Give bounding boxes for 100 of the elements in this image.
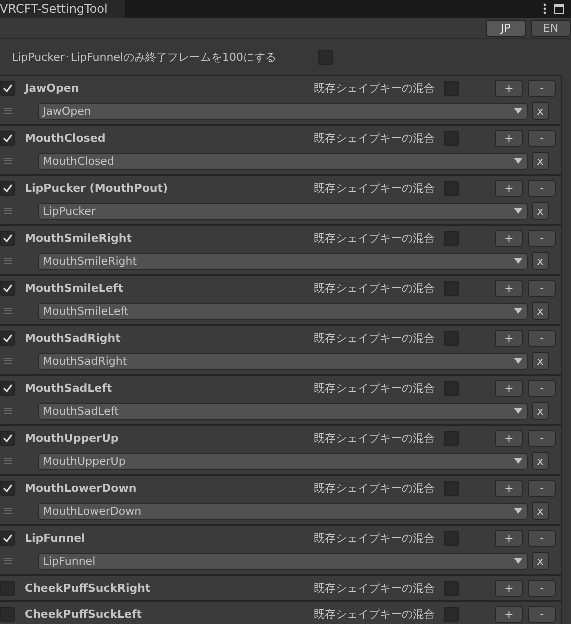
shape-key-dropdown[interactable]: MouthClosed bbox=[38, 152, 528, 170]
remove-button[interactable]: - bbox=[528, 280, 556, 296]
remove-button[interactable]: - bbox=[528, 380, 556, 396]
shape-name: MouthSadRight bbox=[24, 332, 122, 344]
shape-key-dropdown[interactable]: MouthSmileRight bbox=[38, 252, 528, 270]
add-button[interactable]: + bbox=[495, 230, 524, 246]
shape-key-dropdown[interactable]: MouthSmileLeft bbox=[38, 302, 528, 320]
drag-handle-icon[interactable] bbox=[4, 258, 12, 264]
remove-button[interactable]: - bbox=[528, 230, 556, 246]
enable-checkbox[interactable] bbox=[0, 80, 15, 96]
clear-button[interactable]: x bbox=[532, 252, 549, 270]
mix-checkbox[interactable] bbox=[444, 606, 460, 622]
enable-checkbox[interactable] bbox=[0, 230, 15, 246]
mix-label: 既存シェイプキーの混合 bbox=[314, 430, 436, 446]
dropdown-arrow-icon bbox=[514, 458, 523, 464]
mix-checkbox[interactable] bbox=[444, 230, 460, 246]
remove-button[interactable]: - bbox=[528, 530, 556, 546]
checkmark-icon bbox=[2, 334, 12, 342]
checkmark-icon bbox=[2, 484, 12, 492]
mix-checkbox[interactable] bbox=[444, 430, 460, 446]
mix-checkbox[interactable] bbox=[444, 480, 460, 496]
checkmark-icon bbox=[2, 384, 12, 392]
add-button[interactable]: + bbox=[495, 130, 524, 146]
dropdown-arrow-icon bbox=[514, 108, 523, 114]
clear-button[interactable]: x bbox=[532, 102, 549, 120]
more-icon[interactable] bbox=[543, 3, 547, 15]
remove-button[interactable]: - bbox=[528, 606, 556, 622]
enable-checkbox[interactable] bbox=[0, 480, 15, 496]
dropdown-arrow-icon bbox=[514, 308, 523, 314]
dropdown-arrow-icon bbox=[514, 408, 523, 414]
drag-handle-icon[interactable] bbox=[4, 508, 12, 514]
add-button[interactable]: + bbox=[495, 180, 524, 196]
clear-button[interactable]: x bbox=[532, 302, 549, 320]
remove-button[interactable]: - bbox=[528, 480, 556, 496]
clear-button[interactable]: x bbox=[532, 552, 549, 570]
remove-button[interactable]: - bbox=[528, 80, 556, 96]
add-button[interactable]: + bbox=[495, 330, 524, 346]
clear-button[interactable]: x bbox=[532, 502, 549, 520]
clear-button[interactable]: x bbox=[532, 152, 549, 170]
enable-checkbox[interactable] bbox=[0, 380, 15, 396]
remove-button[interactable]: - bbox=[528, 180, 556, 196]
maximize-icon[interactable] bbox=[554, 4, 564, 14]
enable-checkbox[interactable] bbox=[0, 606, 15, 622]
checkmark-icon bbox=[2, 534, 12, 542]
drag-handle-icon[interactable] bbox=[4, 558, 12, 564]
language-button[interactable]: JP bbox=[486, 20, 526, 37]
mix-checkbox[interactable] bbox=[444, 380, 460, 396]
window-tab[interactable]: VRCFT-SettingTool bbox=[0, 0, 125, 18]
add-button[interactable]: + bbox=[495, 606, 524, 622]
add-button[interactable]: + bbox=[495, 530, 524, 546]
shape-key-dropdown[interactable]: MouthUpperUp bbox=[38, 452, 528, 470]
enable-checkbox[interactable] bbox=[0, 430, 15, 446]
mix-checkbox[interactable] bbox=[444, 580, 460, 596]
enable-checkbox[interactable] bbox=[0, 180, 15, 196]
enable-checkbox[interactable] bbox=[0, 580, 15, 596]
drag-handle-icon[interactable] bbox=[4, 208, 12, 214]
shape-name: MouthSmileRight bbox=[24, 232, 134, 244]
shape-key-dropdown[interactable]: MouthLowerDown bbox=[38, 502, 528, 520]
remove-button[interactable]: - bbox=[528, 330, 556, 346]
enable-checkbox[interactable] bbox=[0, 280, 15, 296]
add-button[interactable]: + bbox=[495, 480, 524, 496]
enable-checkbox[interactable] bbox=[0, 530, 15, 546]
mix-checkbox[interactable] bbox=[444, 530, 460, 546]
remove-button[interactable]: - bbox=[528, 430, 556, 446]
drag-handle-icon[interactable] bbox=[4, 158, 12, 164]
add-button[interactable]: + bbox=[495, 430, 524, 446]
dropdown-arrow-icon bbox=[514, 558, 523, 564]
mix-checkbox[interactable] bbox=[444, 280, 460, 296]
mix-checkbox[interactable] bbox=[444, 130, 460, 146]
mix-label: 既存シェイプキーの混合 bbox=[314, 380, 436, 396]
clear-button[interactable]: x bbox=[532, 202, 549, 220]
add-button[interactable]: + bbox=[495, 80, 524, 96]
remove-button[interactable]: - bbox=[528, 580, 556, 596]
drag-handle-icon[interactable] bbox=[4, 408, 12, 414]
clear-button[interactable]: x bbox=[532, 352, 549, 370]
add-button[interactable]: + bbox=[495, 380, 524, 396]
clear-button[interactable]: x bbox=[532, 452, 549, 470]
shape-key-dropdown[interactable]: MouthSadRight bbox=[38, 352, 528, 370]
add-button[interactable]: + bbox=[495, 280, 524, 296]
drag-handle-icon[interactable] bbox=[4, 308, 12, 314]
drag-handle-icon[interactable] bbox=[4, 458, 12, 464]
enable-checkbox[interactable] bbox=[0, 130, 15, 146]
shape-key-dropdown[interactable]: LipPucker bbox=[38, 202, 528, 220]
mix-checkbox[interactable] bbox=[444, 180, 460, 196]
mix-checkbox[interactable] bbox=[444, 330, 460, 346]
drag-handle-icon[interactable] bbox=[4, 108, 12, 114]
option-label: LipPucker･LipFunnelのみ終了フレームを100にする bbox=[12, 50, 278, 64]
shape-key-dropdown[interactable]: LipFunnel bbox=[38, 552, 528, 570]
drag-handle-icon[interactable] bbox=[4, 358, 12, 364]
add-button[interactable]: + bbox=[495, 580, 524, 596]
enable-checkbox[interactable] bbox=[0, 330, 15, 346]
clear-button[interactable]: x bbox=[532, 402, 549, 420]
mix-label: 既存シェイプキーの混合 bbox=[314, 180, 436, 196]
shape-key-dropdown[interactable]: JawOpen bbox=[38, 102, 528, 120]
mix-checkbox[interactable] bbox=[444, 80, 460, 96]
checkmark-icon bbox=[2, 184, 12, 192]
shape-key-dropdown[interactable]: MouthSadLeft bbox=[38, 402, 528, 420]
shape-name: LipFunnel bbox=[24, 532, 86, 544]
remove-button[interactable]: - bbox=[528, 130, 556, 146]
language-button[interactable]: EN bbox=[531, 20, 571, 37]
